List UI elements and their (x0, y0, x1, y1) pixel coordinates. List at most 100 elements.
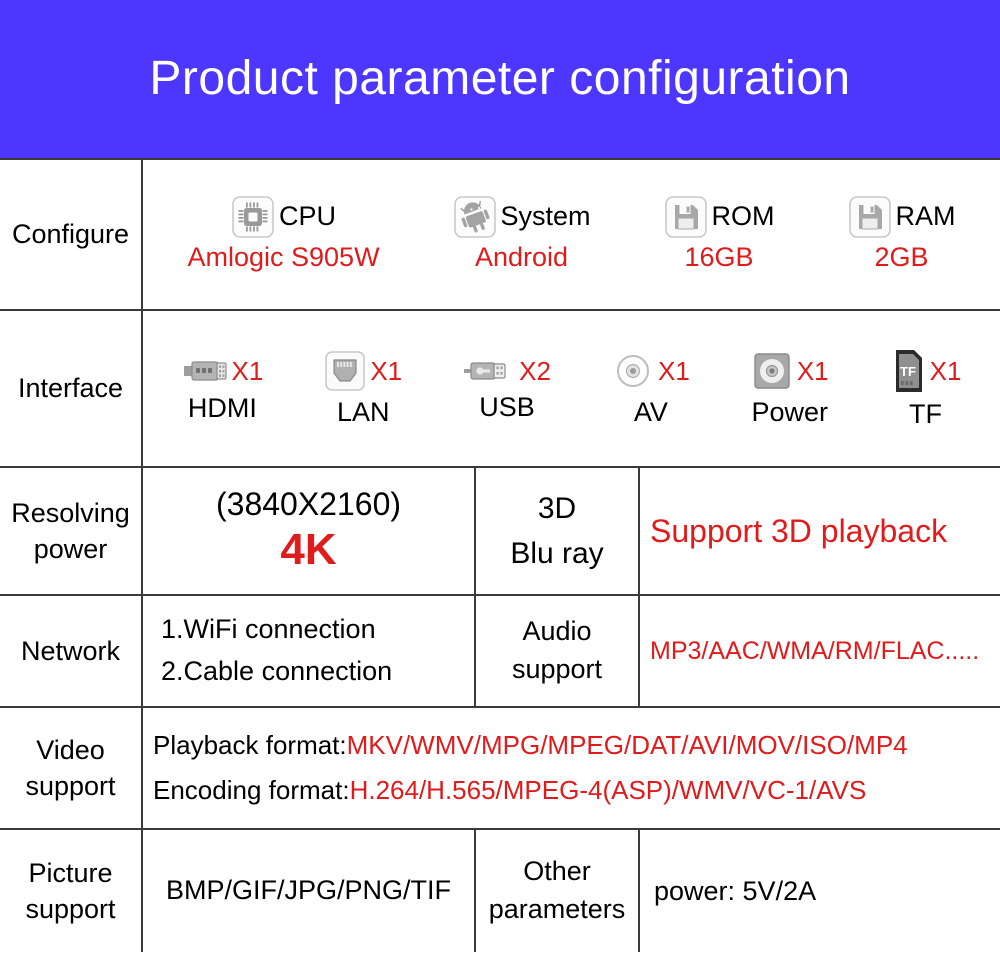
network-option-cable: 2.Cable connection (161, 656, 393, 686)
row-label-picture-line1: Picture (28, 857, 113, 888)
threed-support-cell: Support 3D playback (638, 466, 1000, 596)
threed-format-cell: 3D Blu ray (474, 466, 640, 596)
other-parameters-line2: parameters (488, 894, 626, 924)
interface-item-av-count: X1 (657, 355, 690, 386)
spec-item-cpu: CPU Amlogic S905W (187, 195, 380, 275)
interface-item-tf-count: X1 (929, 355, 962, 386)
svg-text:TF: TF (900, 364, 916, 379)
tf-card-icon: TF (890, 348, 926, 394)
video-playback-line: Playback format:MKV/WMV/MPG/MPEG/DAT/AVI… (153, 723, 1000, 769)
interface-item-usb: X2 USB (463, 355, 551, 423)
interface-item-av-header: X1 (612, 350, 690, 392)
video-playback-label: Playback format: (153, 729, 347, 760)
table-row-interface: Interface X1 HDMI X1 LAN X2 USB X1 AV X1… (0, 309, 1000, 468)
network-option-wifi: 1.WiFi connection (161, 614, 376, 645)
hdmi-connector-icon (182, 354, 228, 388)
other-parameters-label: Other parameters (476, 853, 638, 929)
cpu-chip-icon (231, 195, 275, 239)
interface-cell: X1 HDMI X1 LAN X2 USB X1 AV X1 Power TF … (141, 309, 1000, 468)
page-header-banner: Product parameter configuration (0, 0, 1000, 158)
spec-item-cpu-header: CPU (231, 195, 336, 239)
video-formats-wrap: Playback format:MKV/WMV/MPG/MPEG/DAT/AVI… (143, 723, 1000, 814)
threed-format-stack: 3D Blu ray (476, 486, 638, 576)
row-label-interface: Interface (0, 309, 143, 468)
interface-item-lan: X1 LAN (324, 350, 402, 428)
spec-item-rom: ROM 16GB (664, 195, 775, 275)
row-label-resolving-power: Resolving power (0, 466, 143, 596)
video-encoding-line: Encoding format:H.264/H.565/MPEG-4(ASP)/… (153, 768, 1000, 814)
audio-support-label-cell: Audio support (474, 594, 640, 708)
interface-item-power: X1 Power (751, 350, 829, 428)
row-label-picture-support: Picture support (0, 828, 143, 952)
power-rating-text: power: 5V/2A (654, 875, 817, 906)
video-encoding-value: H.264/H.565/MPEG-4(ASP)/WMV/VC-1/AVS (349, 775, 867, 805)
table-row-configure: Configure CPU Amlogic S905W System Andro… (0, 158, 1000, 311)
picture-formats-cell: BMP/GIF/JPG/PNG/TIF (141, 828, 476, 952)
other-parameters-label-cell: Other parameters (474, 828, 640, 952)
audio-support-label: Audio support (476, 613, 638, 689)
table-row-video-support: Video support Playback format:MKV/WMV/MP… (0, 706, 1000, 830)
network-options-cell: 1.WiFi connection 2.Cable connection (141, 594, 476, 708)
interface-item-av: X1 AV (612, 350, 690, 428)
row-label-network: Network (0, 594, 143, 708)
interface-item-hdmi-label: HDMI (187, 392, 257, 423)
interface-item-hdmi: X1 HDMI (182, 354, 264, 424)
table-row-picture-support: Picture support BMP/GIF/JPG/PNG/TIF Othe… (0, 828, 1000, 952)
video-formats-cell: Playback format:MKV/WMV/MPG/MPEG/DAT/AVI… (141, 706, 1000, 830)
table-row-network: Network 1.WiFi connection 2.Cable connec… (0, 594, 1000, 708)
threed-support-text: Support 3D playback (650, 512, 948, 549)
interface-item-tf-label: TF (909, 398, 943, 429)
interface-item-lan-header: X1 (324, 350, 402, 392)
spec-item-rom-value: 16GB (684, 241, 754, 272)
audio-support-line1: Audio (522, 616, 592, 647)
spec-item-rom-name: ROM (711, 200, 775, 231)
interface-item-power-header: X1 (751, 350, 829, 392)
spec-item-rom-header: ROM (664, 195, 775, 239)
interface-item-usb-count: X2 (519, 355, 551, 386)
page-title: Product parameter configuration (149, 52, 851, 105)
interface-item-hdmi-count: X1 (231, 355, 264, 386)
row-label-resolving-line2: power (33, 534, 108, 564)
spec-item-ram-header: RAM (848, 195, 956, 239)
audio-formats-text: MP3/AAC/WMA/RM/FLAC..... (650, 636, 980, 665)
resolution-shorthand: 4K (280, 525, 337, 575)
table-row-resolving-power: Resolving power (3840X2160) 4K 3D Blu ra… (0, 466, 1000, 596)
row-label-video-support: Video support (0, 706, 143, 830)
floppy-disk-icon (664, 195, 708, 239)
interface-item-hdmi-header: X1 (182, 354, 264, 388)
configure-cell: CPU Amlogic S905W System Android ROM 16G… (141, 158, 1000, 311)
product-spec-table: Configure CPU Amlogic S905W System Andro… (0, 158, 1000, 952)
spec-item-ram-name: RAM (895, 200, 956, 231)
threed-label: 3D (537, 492, 577, 525)
configure-icon-strip: CPU Amlogic S905W System Android ROM 16G… (143, 195, 1000, 275)
spec-item-ram: RAM 2GB (848, 195, 956, 275)
spec-item-system-header: System (453, 195, 591, 239)
resolution-cell: (3840X2160) 4K (141, 466, 476, 596)
other-parameters-line1: Other (523, 856, 591, 887)
row-label-video-line1: Video (36, 734, 105, 765)
interface-item-power-label: Power (751, 396, 828, 427)
picture-formats-text: BMP/GIF/JPG/PNG/TIF (165, 875, 452, 906)
usb-connector-icon (463, 355, 515, 387)
interface-item-power-count: X1 (796, 355, 829, 386)
row-label-video-line2: support (25, 771, 116, 801)
audio-support-line2: support (511, 654, 603, 684)
interface-item-lan-count: X1 (370, 355, 403, 386)
spec-item-system: System Android (453, 195, 591, 275)
row-label-configure: Configure (0, 158, 143, 311)
floppy-disk-icon (848, 195, 892, 239)
power-rating-cell: power: 5V/2A (638, 828, 1000, 952)
row-label-picture-line2: support (25, 894, 116, 924)
audio-formats-cell: MP3/AAC/WMA/RM/FLAC..... (638, 594, 1000, 708)
spec-item-system-value: Android (475, 241, 569, 272)
bluray-label: Blu ray (510, 537, 604, 570)
spec-item-system-name: System (500, 200, 591, 231)
interface-item-lan-label: LAN (336, 396, 390, 427)
video-encoding-label: Encoding format: (153, 775, 350, 805)
av-jack-icon (612, 350, 654, 392)
interface-item-usb-header: X2 (463, 355, 551, 387)
power-jack-icon (751, 350, 793, 392)
resolution-pixels: (3840X2160) (215, 486, 402, 523)
video-playback-value: MKV/WMV/MPG/MPEG/DAT/AVI/MOV/ISO/MP4 (346, 729, 908, 760)
interface-item-tf-header: TF X1 (890, 348, 962, 394)
